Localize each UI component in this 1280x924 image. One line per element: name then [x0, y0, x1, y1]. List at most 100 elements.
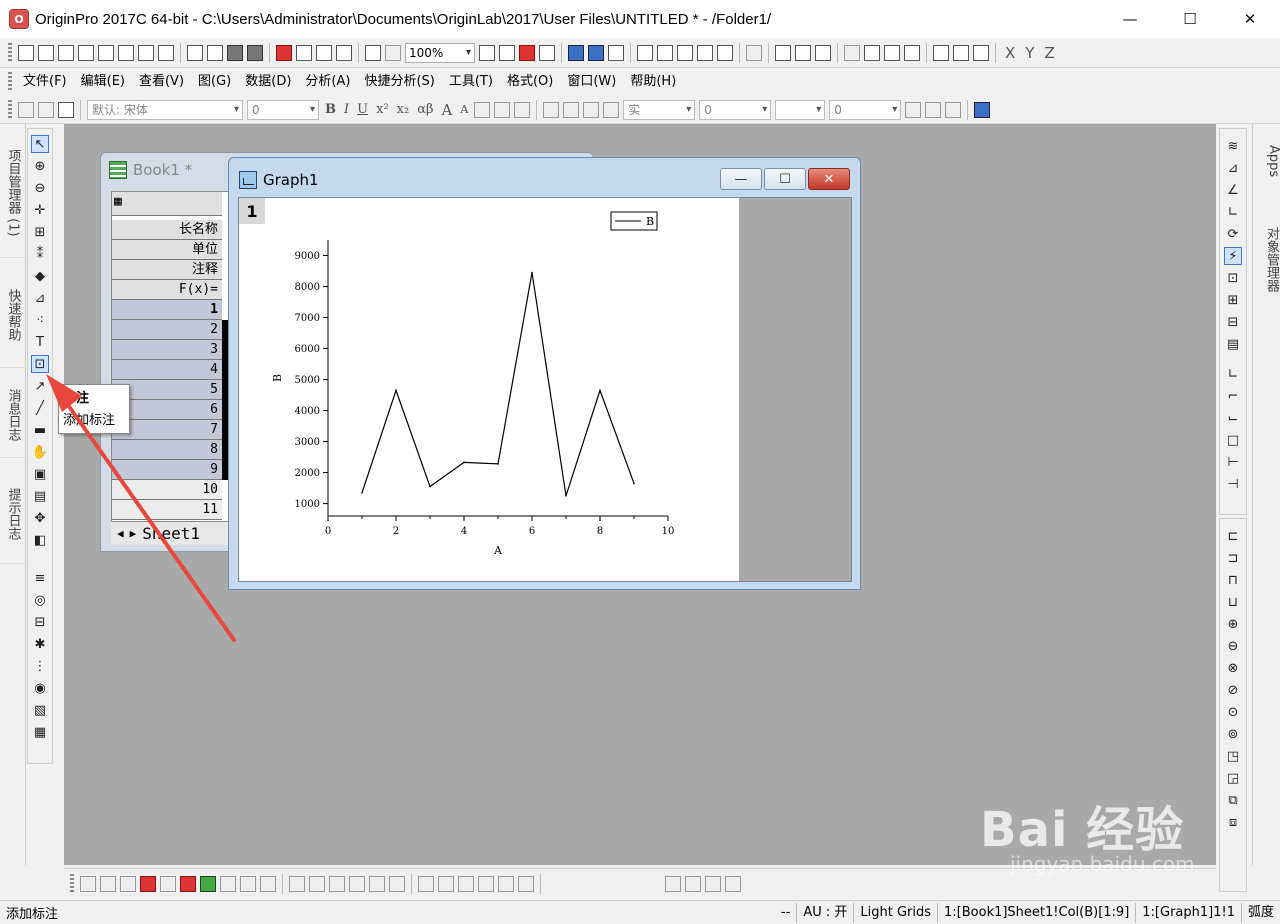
align-icon[interactable] [474, 101, 491, 118]
status-autoupdate[interactable]: AU : 开 [796, 902, 853, 923]
row-header-11[interactable]: 11 [112, 500, 222, 520]
remove-filter-icon[interactable] [953, 44, 969, 61]
stacked-plot-icon[interactable] [180, 875, 196, 892]
circle-tool-icon[interactable]: ◎ [31, 591, 49, 609]
menu-file[interactable]: 文件(F) [16, 71, 74, 93]
font-name-select[interactable]: 默认: 宋体 [87, 99, 243, 120]
3d-plot-icon[interactable] [260, 875, 276, 892]
row-header-4[interactable]: 4 [112, 360, 222, 380]
graph-theme-icon[interactable] [438, 875, 454, 892]
font-size-select[interactable]: 0 [247, 99, 319, 120]
menu-view[interactable]: 查看(V) [132, 71, 191, 93]
row-header-3[interactable]: 3 [112, 340, 222, 360]
rescale-x-icon[interactable]: ∠ [1224, 181, 1242, 199]
font-icon[interactable] [725, 875, 741, 892]
mask-icon[interactable] [458, 875, 474, 892]
matrix-plot-icon[interactable] [389, 875, 405, 892]
folder-tool-icon[interactable]: ▧ [31, 701, 49, 719]
add-bottom-axis-icon[interactable]: ∟ [1224, 365, 1242, 383]
layer-stack-icon[interactable]: ≋ [1224, 137, 1242, 155]
histogram-icon[interactable] [864, 44, 880, 61]
graph-close-button[interactable]: ✕ [808, 168, 850, 190]
line-plot[interactable]: 0 2 4 6 8 10 1000 2000 3000 4000 5000 6000 7000 8000 9… [239, 198, 739, 581]
import-single-icon[interactable] [276, 44, 292, 61]
new-excel-icon[interactable] [158, 44, 174, 61]
border-icon[interactable] [925, 101, 942, 118]
align-bottom-icon[interactable]: ⊔ [1224, 593, 1242, 611]
refresh-icon[interactable] [539, 44, 555, 61]
line-spacing-icon[interactable] [494, 101, 511, 118]
tab-smart-hint-log[interactable]: 提示日志 [0, 464, 26, 564]
zoom-out-tool-icon[interactable]: ⊖ [31, 179, 49, 197]
markup-icon[interactable] [974, 101, 991, 118]
toolbar-grip[interactable] [8, 99, 12, 120]
fill-select[interactable] [775, 99, 826, 120]
line-plot-icon[interactable] [80, 875, 96, 892]
fit-icon[interactable]: ⚡ [1224, 247, 1242, 265]
symbol-icon[interactable] [603, 101, 620, 118]
graph-maximize-button[interactable]: ☐ [764, 168, 806, 190]
project-tree-icon[interactable] [637, 44, 653, 61]
calculator-icon[interactable] [697, 44, 713, 61]
row-header-10[interactable]: 10 [112, 480, 222, 500]
auto-rescale-icon[interactable]: ⟳ [1224, 225, 1242, 243]
data-selector-tool-icon[interactable]: ⁑ [31, 245, 49, 263]
menu-format[interactable]: 格式(O) [500, 71, 560, 93]
error-bar-icon[interactable] [240, 875, 256, 892]
insert-image-tool-icon[interactable]: ▤ [31, 487, 49, 505]
menu-data[interactable]: 数据(D) [238, 71, 298, 93]
set-z-button[interactable]: Z [1044, 44, 1054, 62]
menu-window[interactable]: 窗口(W) [560, 71, 623, 93]
contour-icon[interactable] [289, 875, 305, 892]
worksheet-grid[interactable]: ▦ 长名称 单位 注释 F(x)= 1 2 3 4 5 6 7 8 9 10 1… [111, 191, 231, 545]
tab-message-log[interactable]: 消息日志 [0, 372, 26, 458]
set-y-button[interactable]: Y [1025, 44, 1034, 62]
paste-icon[interactable] [58, 101, 74, 118]
maximize-button[interactable]: ☐ [1160, 0, 1220, 38]
merge-layer-icon[interactable]: ⊞ [1224, 291, 1242, 309]
record-tool-icon[interactable]: ◉ [31, 679, 49, 697]
same-height-icon[interactable]: ⊚ [1224, 725, 1242, 743]
add-axis-icon[interactable]: ⊢ [1224, 453, 1242, 471]
superscript-button[interactable]: x² [376, 102, 389, 117]
zoom-in-tool-icon[interactable]: ⊕ [31, 157, 49, 175]
settings-icon[interactable] [717, 44, 733, 61]
new-layer-icon[interactable]: ⊡ [1224, 269, 1242, 287]
book1-titlebar[interactable]: Book1 * [109, 161, 192, 179]
import-wizard-icon[interactable] [316, 44, 332, 61]
tab-project-explorer[interactable]: 项目管理器 (1) [0, 128, 26, 258]
annotation-tool-icon[interactable]: ⊡ [31, 355, 49, 373]
subscript-button[interactable]: x₂ [397, 102, 410, 117]
duplicate-icon[interactable] [365, 44, 381, 61]
set-x-button[interactable]: X [1005, 44, 1015, 62]
rectangle-tool-icon[interactable]: ▬ [31, 421, 49, 439]
data-slider-icon[interactable] [478, 875, 494, 892]
align-right-icon[interactable]: ⊐ [1224, 549, 1242, 567]
save-icon[interactable] [227, 44, 243, 61]
bring-front-icon[interactable]: ◳ [1224, 747, 1242, 765]
graph-minimize-button[interactable]: — [720, 168, 762, 190]
greek-button[interactable]: αβ [417, 102, 433, 117]
tab-quick-help[interactable]: 快速帮助 [0, 262, 26, 368]
ungroup-icon[interactable]: ⧈ [1224, 813, 1242, 831]
extract-layer-icon[interactable]: ⊟ [1224, 313, 1242, 331]
polar-plot-icon[interactable] [220, 875, 236, 892]
data-reader-tool-icon[interactable]: ✛ [31, 201, 49, 219]
pointer-tool-icon[interactable]: ↖ [31, 135, 49, 153]
statistics-icon[interactable] [795, 44, 811, 61]
filter-options-icon[interactable] [973, 44, 989, 61]
command-window-icon[interactable] [608, 44, 624, 61]
tab-object-manager[interactable]: 对象管理器 [1253, 202, 1280, 312]
row-header-2[interactable]: 2 [112, 320, 222, 340]
surface-icon[interactable] [309, 875, 325, 892]
row-stats-icon[interactable] [904, 44, 920, 61]
font-color-icon[interactable] [514, 101, 531, 118]
same-width-icon[interactable]: ⊙ [1224, 703, 1242, 721]
axis-options-icon[interactable]: ⊣ [1224, 475, 1242, 493]
line-color-icon[interactable] [583, 101, 600, 118]
close-button[interactable]: ✕ [1220, 0, 1280, 38]
new-matrix-icon[interactable] [78, 44, 94, 61]
select-all-icon[interactable]: ▦ [114, 194, 122, 209]
cut-icon[interactable] [18, 101, 34, 118]
increase-font-button[interactable]: A [442, 101, 453, 119]
